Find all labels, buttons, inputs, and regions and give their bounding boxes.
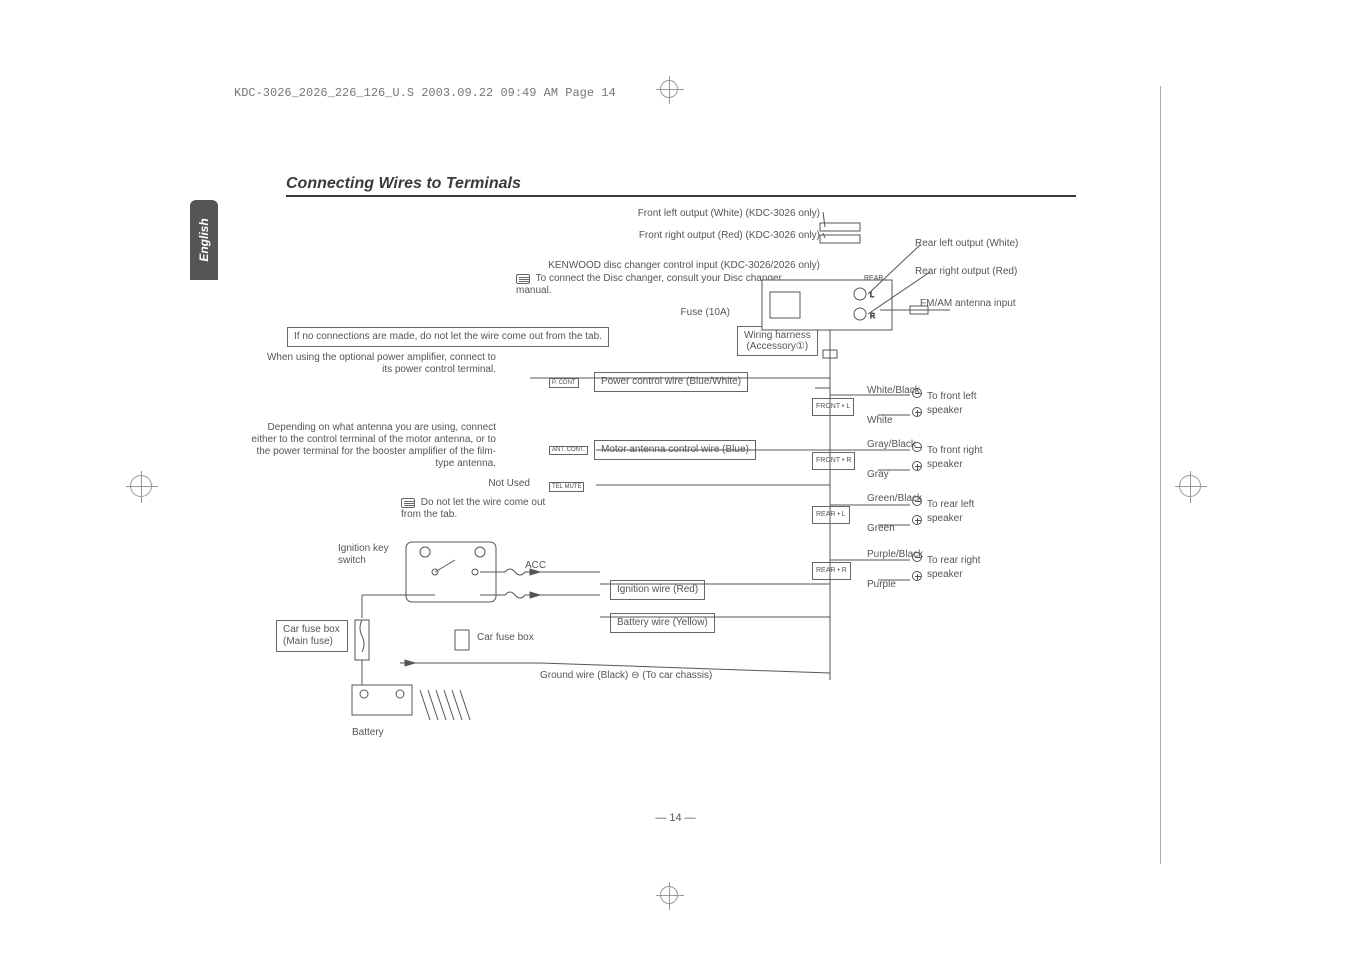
page-number: — 14 — <box>0 812 1351 824</box>
section-title: Connecting Wires to Terminals <box>286 175 521 193</box>
language-tab-label: English <box>197 218 211 261</box>
wiring-diagram: L R <box>280 200 1000 740</box>
crop-mark-left <box>130 475 152 497</box>
page-header-fileinfo: KDC-3026_2026_226_126_U.S 2003.09.22 09:… <box>234 86 616 100</box>
svg-text:R: R <box>870 313 875 320</box>
title-underline <box>286 195 1076 197</box>
svg-text:L: L <box>870 292 874 299</box>
crop-mark-top <box>660 80 678 98</box>
page-edge-line <box>1160 86 1161 864</box>
crop-mark-bottom <box>660 886 678 904</box>
language-tab: English <box>190 200 218 280</box>
crop-mark-right <box>1179 475 1201 497</box>
